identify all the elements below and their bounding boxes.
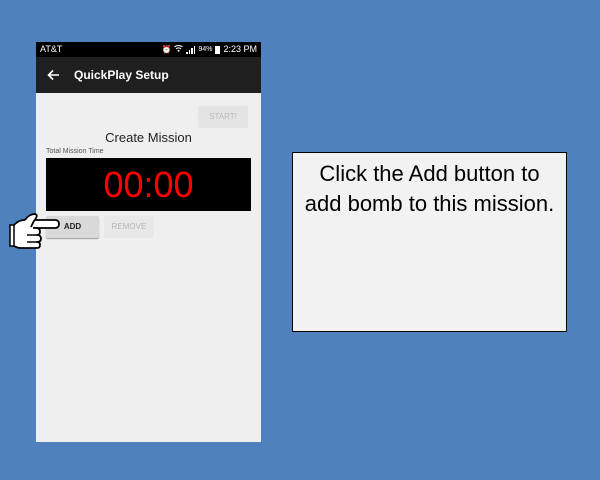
- signal-icon: [186, 45, 196, 54]
- total-mission-time-label: Total Mission Time: [46, 148, 104, 155]
- back-arrow-icon[interactable]: [47, 66, 61, 84]
- battery-icon: [215, 45, 221, 54]
- phone-screen: AT&T ⏰ 94% 2:23 PM QuickPlay Setup START…: [36, 42, 261, 442]
- create-mission-title: Create Mission: [105, 130, 192, 145]
- instruction-text: Click the Add button to add bomb to this…: [304, 161, 555, 216]
- mission-timer: 00:00: [46, 158, 251, 211]
- status-time: 2:23 PM: [223, 44, 257, 54]
- timer-value: 00:00: [103, 164, 194, 205]
- remove-button[interactable]: REMOVE: [104, 216, 154, 238]
- pointing-hand-icon: [9, 210, 61, 254]
- instruction-callout: Click the Add button to add bomb to this…: [292, 152, 567, 332]
- status-icons: ⏰ 94% 2:23 PM: [161, 42, 257, 57]
- wifi-icon: [174, 42, 184, 57]
- battery-percent: 94%: [198, 46, 213, 53]
- status-bar: AT&T ⏰ 94% 2:23 PM: [36, 42, 261, 57]
- alarm-icon: ⏰: [161, 45, 172, 54]
- start-button[interactable]: START!: [198, 106, 248, 128]
- app-bar: QuickPlay Setup: [36, 57, 261, 93]
- carrier-label: AT&T: [40, 44, 63, 54]
- app-title: QuickPlay Setup: [74, 68, 169, 82]
